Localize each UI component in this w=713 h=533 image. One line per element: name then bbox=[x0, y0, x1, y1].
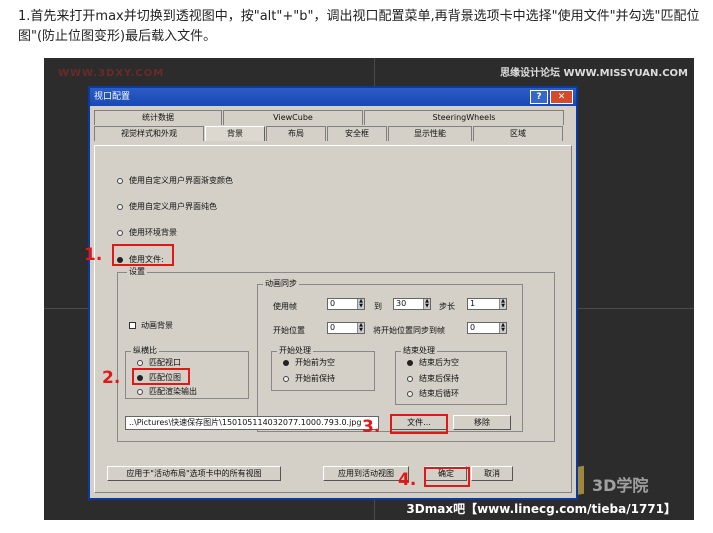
end-hold-label: 结束后保持 bbox=[419, 374, 459, 383]
sync-start-spinner[interactable]: 0 ▲ ▼ bbox=[467, 322, 507, 334]
radio-start-blank[interactable]: 开始前为空 bbox=[283, 357, 335, 368]
tab-row-1: 统计数据 ViewCube SteeringWheels bbox=[94, 110, 565, 125]
tab-visual-style[interactable]: 视觉样式和外观 bbox=[94, 126, 204, 141]
radio-icon bbox=[407, 375, 413, 382]
spinner-arrows-icon[interactable]: ▲ ▼ bbox=[357, 299, 364, 309]
tab-layout[interactable]: 布局 bbox=[266, 126, 326, 141]
to-label: 到 bbox=[374, 302, 382, 311]
use-frame-spinner[interactable]: 0 ▲ ▼ bbox=[327, 298, 365, 310]
tab-background[interactable]: 背景 bbox=[205, 126, 265, 141]
watermark-linecg: 3Dmax吧【www.linecg.com/tieba/1771】 bbox=[406, 502, 676, 516]
step-3-marker: 3. bbox=[362, 417, 381, 437]
radio-icon bbox=[117, 229, 123, 236]
radio-match-render[interactable]: 匹配渲染输出 bbox=[137, 386, 197, 397]
radio-icon bbox=[407, 390, 413, 397]
ok-button-highlight bbox=[424, 467, 470, 487]
spinner-arrows-icon[interactable]: ▲ ▼ bbox=[423, 299, 430, 309]
cancel-button[interactable]: 取消 bbox=[471, 466, 513, 481]
start-hold-label: 开始前保持 bbox=[295, 374, 335, 383]
dialog-title: 视口配置 bbox=[94, 92, 131, 102]
radio-icon bbox=[283, 359, 289, 366]
use-frame-label: 使用帧 bbox=[273, 302, 297, 311]
step-spinner[interactable]: 1 ▲ ▼ bbox=[467, 298, 507, 310]
to-value: 30 bbox=[396, 299, 407, 308]
sync-start-label: 将开始位置同步到帧 bbox=[373, 326, 445, 335]
start-pos-label: 开始位置 bbox=[273, 326, 305, 335]
radio-end-blank[interactable]: 结束后为空 bbox=[407, 357, 459, 368]
animate-bg-label: 动画背景 bbox=[141, 321, 173, 330]
radio-icon bbox=[137, 388, 143, 395]
start-pos-spinner[interactable]: 0 ▲ ▼ bbox=[327, 322, 365, 334]
start-pos-value: 0 bbox=[330, 323, 336, 332]
radio-environment[interactable]: 使用环境背景 bbox=[117, 227, 177, 238]
tab-viewcube[interactable]: ViewCube bbox=[223, 110, 363, 125]
end-loop-label: 结束后循环 bbox=[419, 389, 459, 398]
settings-label: 设置 bbox=[127, 266, 147, 277]
instruction-text: 1.首先来打开max并切换到透视图中，按"alt"+"b"，调出视口配置菜单,再… bbox=[18, 9, 700, 44]
tab-steeringwheels[interactable]: SteeringWheels bbox=[364, 110, 564, 125]
remove-button[interactable]: 移除 bbox=[453, 415, 511, 430]
sync-start-value: 0 bbox=[470, 323, 476, 332]
max-screenshot: WWW.3DXY.COM 思缘设计论坛 WWW.MISSYUAN.COM 3D学… bbox=[44, 58, 694, 520]
file-path-field[interactable]: ..\Pictures\快速保存图片\150105114032077.1000.… bbox=[125, 416, 379, 430]
spinner-arrows-icon[interactable]: ▲ ▼ bbox=[357, 323, 364, 333]
step-value: 1 bbox=[470, 299, 476, 308]
radio-start-hold[interactable]: 开始前保持 bbox=[283, 373, 335, 384]
checkbox-icon bbox=[129, 322, 136, 329]
watermark-3dxy: WWW.3DXY.COM bbox=[58, 68, 165, 79]
tab-row-2: 视觉样式和外观 背景 布局 安全框 显示性能 区域 bbox=[94, 126, 564, 141]
apply-active-view-button[interactable]: 应用到活动视图 bbox=[323, 466, 409, 481]
apply-all-views-button[interactable]: 应用于"活动布局"选项卡中的所有视图 bbox=[107, 466, 281, 481]
radio-icon bbox=[283, 375, 289, 382]
radio-gradient-label: 使用自定义用户界面渐变颜色 bbox=[129, 176, 233, 185]
tab-statistics[interactable]: 统计数据 bbox=[94, 110, 222, 125]
match-render-label: 匹配渲染输出 bbox=[149, 387, 197, 396]
aspect-ratio-label: 纵横比 bbox=[131, 345, 159, 356]
use-frame-value: 0 bbox=[330, 299, 336, 308]
animate-bg-checkbox[interactable]: 动画背景 bbox=[129, 320, 173, 331]
radio-icon bbox=[117, 203, 123, 210]
radio-icon bbox=[117, 177, 123, 184]
tab-safe-frame[interactable]: 安全框 bbox=[327, 126, 387, 141]
background-panel: 使用自定义用户界面渐变颜色 使用自定义用户界面纯色 使用环境背景 使用文件: 设… bbox=[94, 145, 572, 493]
end-proc-label: 结束处理 bbox=[401, 345, 437, 356]
close-button[interactable]: ✕ bbox=[550, 90, 573, 104]
to-spinner[interactable]: 30 ▲ ▼ bbox=[393, 298, 431, 310]
dialog-titlebar[interactable]: 视口配置 ? ✕ bbox=[90, 88, 576, 106]
radio-match-viewport[interactable]: 匹配视口 bbox=[137, 357, 181, 368]
radio-end-hold[interactable]: 结束后保持 bbox=[407, 373, 459, 384]
tab-display-performance[interactable]: 显示性能 bbox=[388, 126, 472, 141]
radio-gradient[interactable]: 使用自定义用户界面渐变颜色 bbox=[117, 175, 233, 186]
radio-icon bbox=[407, 359, 413, 366]
viewport-config-dialog: 视口配置 ? ✕ 统计数据 ViewCube SteeringWheels 视觉… bbox=[88, 86, 578, 500]
match-bitmap-highlight bbox=[132, 368, 190, 385]
step-1-marker: 1. bbox=[84, 245, 103, 265]
end-blank-label: 结束后为空 bbox=[419, 358, 459, 367]
start-proc-label: 开始处理 bbox=[277, 345, 313, 356]
help-button[interactable]: ? bbox=[530, 90, 548, 104]
anim-sync-label: 动画同步 bbox=[263, 278, 299, 289]
radio-solid[interactable]: 使用自定义用户界面纯色 bbox=[117, 201, 217, 212]
radio-end-loop[interactable]: 结束后循环 bbox=[407, 388, 459, 399]
step-label: 步长 bbox=[439, 302, 455, 311]
match-viewport-label: 匹配视口 bbox=[149, 358, 181, 367]
use-file-highlight bbox=[112, 244, 174, 266]
step-2-marker: 2. bbox=[102, 368, 121, 388]
spinner-arrows-icon[interactable]: ▲ ▼ bbox=[499, 299, 506, 309]
watermark-missyuan: 思缘设计论坛 WWW.MISSYUAN.COM bbox=[500, 68, 688, 79]
tab-regions[interactable]: 区域 bbox=[473, 126, 563, 141]
start-blank-label: 开始前为空 bbox=[295, 358, 335, 367]
step-4-marker: 4. bbox=[398, 470, 417, 490]
radio-environment-label: 使用环境背景 bbox=[129, 228, 177, 237]
radio-solid-label: 使用自定义用户界面纯色 bbox=[129, 202, 217, 211]
file-button-highlight bbox=[390, 414, 448, 434]
radio-icon bbox=[137, 359, 143, 366]
watermark-logo-text: 3D学院 bbox=[592, 476, 649, 495]
spinner-arrows-icon[interactable]: ▲ ▼ bbox=[499, 323, 506, 333]
